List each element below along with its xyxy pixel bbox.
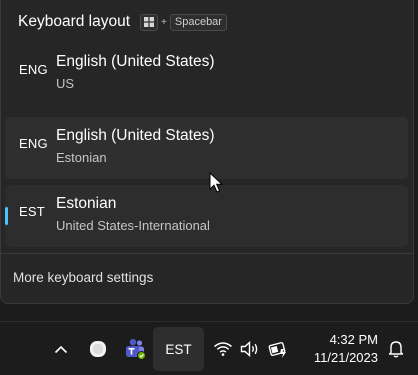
wifi-icon[interactable] [212, 338, 234, 360]
layout-keyboard: United States-International [56, 218, 210, 233]
flyout-title: Keyboard layout [18, 13, 131, 30]
volume-icon[interactable] [239, 338, 261, 360]
mouse-cursor-icon [209, 172, 223, 193]
notification-bell-icon[interactable] [385, 338, 407, 360]
taskbar: EST 4:32 PM 11/21/2023 [0, 321, 418, 375]
shortcut-hint: + Spacebar [140, 13, 227, 31]
clock-time: 4:32 PM [329, 332, 378, 347]
battery-icon[interactable] [266, 337, 290, 361]
flyout-divider [1, 253, 414, 254]
layout-code: EST [19, 204, 45, 219]
clock-date: 11/21/2023 [313, 350, 378, 365]
keyboard-layout-flyout: Keyboard layout + Spacebar ENG English (… [0, 0, 414, 304]
taskbar-clock[interactable]: 4:32 PM 11/21/2023 [314, 331, 378, 367]
layout-code: ENG [19, 62, 48, 77]
layout-name: Estonian [56, 195, 117, 212]
layout-item-eng-estonian[interactable]: ENG English (United States) Estonian [5, 117, 408, 179]
more-keyboard-settings-link[interactable]: More keyboard settings [13, 270, 153, 285]
selected-indicator [5, 207, 8, 225]
shortcut-plus: + [161, 16, 167, 28]
layout-name: English (United States) [56, 53, 215, 70]
layout-item-est-us-international[interactable]: EST Estonian United States-International [5, 185, 408, 247]
flyout-header: Keyboard layout + Spacebar [18, 11, 227, 33]
app-circle-icon[interactable] [87, 338, 109, 360]
input-language-button[interactable]: EST [153, 327, 204, 371]
layout-keyboard: US [56, 76, 75, 91]
layout-code: ENG [19, 136, 48, 151]
chevron-up-icon[interactable] [51, 339, 71, 359]
layout-name: English (United States) [56, 127, 215, 144]
spacebar-key: Spacebar [169, 13, 227, 31]
windows-key-icon [140, 13, 159, 31]
layout-keyboard: Estonian [56, 150, 107, 165]
layout-item-eng-us[interactable]: ENG English (United States) US [5, 43, 408, 105]
teams-icon[interactable] [123, 337, 147, 361]
